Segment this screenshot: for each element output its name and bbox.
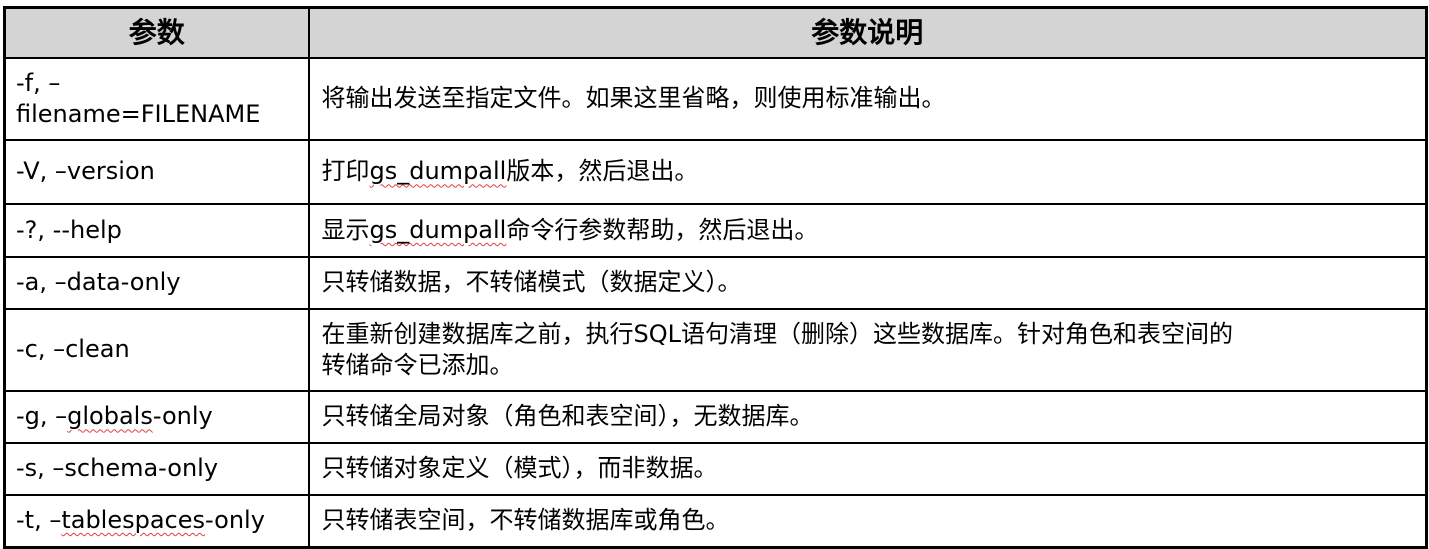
desc-text: 打印 <box>321 157 370 186</box>
param-text: -t, – <box>16 506 62 535</box>
header-parameter: 参数 <box>3 6 310 59</box>
table-row: -f, – filename=FILENAME 将输出发送至指定文件。如果这里省… <box>3 57 1428 141</box>
param-cell: -s, –schema-only <box>3 442 310 496</box>
table-row: -t, –tablespaces-only 只转储表空间，不转储数据库或角色。 <box>3 494 1428 549</box>
param-cell: -t, –tablespaces-only <box>3 494 310 549</box>
desc-text: 显示 <box>321 215 370 244</box>
param-text-line2: filename=FILENAME <box>16 100 261 128</box>
header-description: 参数说明 <box>307 6 1428 59</box>
table-row: -?, --help 显示gs_dumpall命令行参数帮助，然后退出。 <box>3 203 1428 258</box>
desc-cell: 只转储表空间，不转储数据库或角色。 <box>307 494 1428 549</box>
param-text: -g, – <box>16 402 68 431</box>
param-text: -only <box>205 506 265 535</box>
desc-cell: 打印gs_dumpall版本，然后退出。 <box>307 139 1428 205</box>
param-text: -only <box>152 402 213 431</box>
desc-cell: 将输出发送至指定文件。如果这里省略，则使用标准输出。 <box>307 57 1428 141</box>
param-cell: -f, – filename=FILENAME <box>3 57 310 141</box>
desc-cell: 只转储全局对象（角色和表空间），无数据库。 <box>307 390 1428 444</box>
command-name: gs_dumpall <box>369 157 507 186</box>
table-row: -g, –globals-only 只转储全局对象（角色和表空间），无数据库。 <box>3 390 1428 444</box>
desc-text: 版本，然后退出。 <box>506 157 699 186</box>
desc-cell: 只转储数据，不转储模式（数据定义）。 <box>307 256 1428 310</box>
table-row: -a, –data-only 只转储数据，不转储模式（数据定义）。 <box>3 256 1428 310</box>
options-table: 参数 参数说明 -f, – filename=FILENAME 将输出发送至指定… <box>3 6 1428 549</box>
desc-cell: 在重新创建数据库之前，执行SQL语句清理（删除）这些数据库。针对角色和表空间的 … <box>307 308 1428 392</box>
table-header-row: 参数 参数说明 <box>3 6 1428 59</box>
desc-text-line1: 在重新创建数据库之前，执行SQL语句清理（删除）这些数据库。针对角色和表空间的 <box>321 319 1234 348</box>
param-keyword: globals <box>67 402 153 431</box>
param-text-line1: -f, – <box>16 68 61 97</box>
param-cell: -?, --help <box>3 203 310 258</box>
param-cell: -a, –data-only <box>3 256 310 310</box>
table-row: -V, –version 打印gs_dumpall版本，然后退出。 <box>3 139 1428 205</box>
options-table-wrapper: 参数 参数说明 -f, – filename=FILENAME 将输出发送至指定… <box>3 6 1428 549</box>
param-cell: -g, –globals-only <box>3 390 310 444</box>
param-keyword: tablespaces <box>61 506 206 535</box>
param-cell: -c, –clean <box>3 308 310 392</box>
table-row: -c, –clean 在重新创建数据库之前，执行SQL语句清理（删除）这些数据库… <box>3 308 1428 392</box>
param-cell: -V, –version <box>3 139 310 205</box>
desc-text: 命令行参数帮助，然后退出。 <box>506 215 819 244</box>
desc-text-line2: 转储命令已添加。 <box>321 351 514 379</box>
table-row: -s, –schema-only 只转储对象定义（模式），而非数据。 <box>3 442 1428 496</box>
command-name: gs_dumpall <box>369 215 507 244</box>
desc-cell: 显示gs_dumpall命令行参数帮助，然后退出。 <box>307 203 1428 258</box>
desc-cell: 只转储对象定义（模式），而非数据。 <box>307 442 1428 496</box>
